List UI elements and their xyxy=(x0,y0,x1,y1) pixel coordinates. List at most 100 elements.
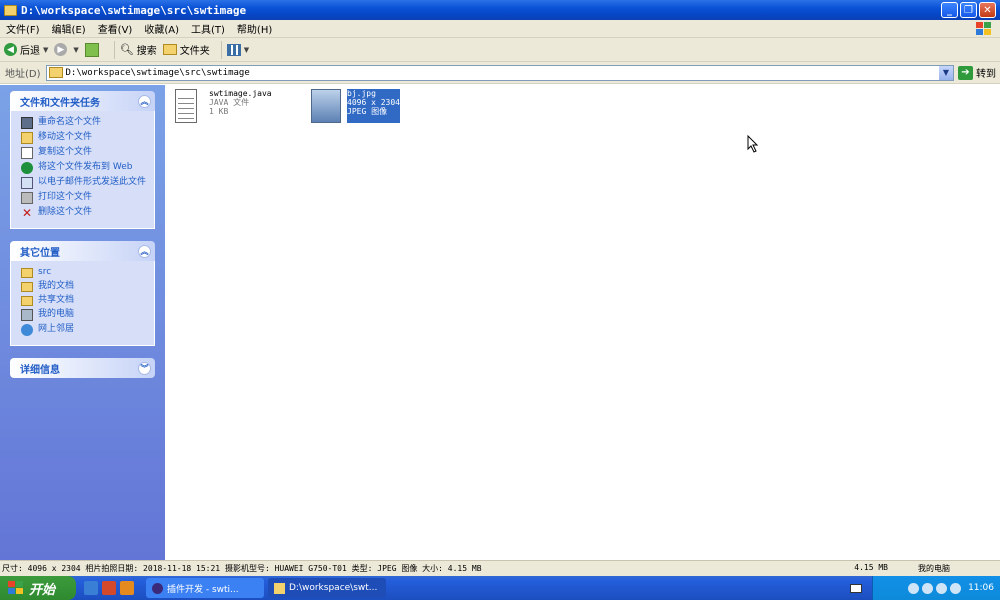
file-tasks-title: 文件和文件夹任务 xyxy=(20,97,100,109)
address-input[interactable]: D:\workspace\swtimage\src\swtimage ▼ xyxy=(45,64,954,81)
menu-favorites[interactable]: 收藏(A) xyxy=(138,21,185,36)
chevron-down-icon: ▼ xyxy=(43,45,49,54)
place-label: 我的电脑 xyxy=(38,309,75,319)
address-label: 地址(D) xyxy=(5,69,41,80)
toolbar-separator xyxy=(113,40,115,59)
toolbar: ◀ 后退 ▼ ▶ ▼ 🔍︎ 搜索 文件夹 ▼ xyxy=(0,38,1000,62)
place-shared-documents[interactable]: 共享文档 xyxy=(21,295,146,306)
up-button[interactable] xyxy=(84,42,103,57)
file-size: 1 KB xyxy=(209,107,229,116)
forward-button[interactable]: ▶ ▼ xyxy=(54,43,79,56)
menu-file[interactable]: 文件(F) xyxy=(0,21,46,36)
folders-button[interactable]: 文件夹 xyxy=(162,42,210,57)
chevron-down-icon: ▼ xyxy=(73,45,79,54)
title-bar[interactable]: D:\workspace\swtimage\src\swtimage _ ❐ ✕ xyxy=(0,0,1000,20)
address-dropdown-button[interactable]: ▼ xyxy=(939,65,953,80)
place-my-documents[interactable]: 我的文档 xyxy=(21,281,146,292)
task-label: 打印这个文件 xyxy=(38,192,93,202)
menu-edit[interactable]: 编辑(E) xyxy=(46,21,92,36)
file-item-swtimage-java[interactable]: swtimage.java JAVA 文件 1 KB xyxy=(175,89,272,123)
details-panel: 详细信息 ︾ xyxy=(10,358,155,378)
collapse-chevron-icon[interactable]: ︽ xyxy=(138,94,151,108)
task-rename[interactable]: 重命名这个文件 xyxy=(21,117,146,129)
tray-app-icon[interactable] xyxy=(950,582,962,594)
task-label: 重命名这个文件 xyxy=(38,117,102,127)
jpeg-image-icon xyxy=(311,89,341,123)
views-button[interactable]: ▼ xyxy=(226,43,249,56)
folder-icon xyxy=(48,67,63,78)
other-places-header[interactable]: 其它位置 ︽ xyxy=(10,241,155,261)
folders-label: 文件夹 xyxy=(179,46,210,57)
menu-tools[interactable]: 工具(T) xyxy=(185,21,231,36)
task-label: 复制这个文件 xyxy=(38,147,93,157)
forward-arrow-icon: ▶ xyxy=(54,43,68,56)
keyboard-icon[interactable] xyxy=(850,583,862,593)
back-label: 后退 xyxy=(20,46,40,57)
file-tasks-list: 重命名这个文件 移动这个文件 复制这个文件 将这个文件发布到 Web 以电子邮件… xyxy=(10,111,155,229)
task-email[interactable]: 以电子邮件形式发送此文件 xyxy=(21,177,146,189)
collapse-chevron-icon[interactable]: ︽ xyxy=(138,244,151,258)
address-bar: 地址(D) D:\workspace\swtimage\src\swtimage… xyxy=(0,62,1000,84)
task-move[interactable]: 移动这个文件 xyxy=(21,132,146,144)
security-icon[interactable] xyxy=(936,582,948,594)
place-my-computer[interactable]: 我的电脑 xyxy=(21,309,146,321)
minimize-button[interactable]: _ xyxy=(941,2,958,18)
task-print[interactable]: 打印这个文件 xyxy=(21,192,146,204)
ie-icon[interactable] xyxy=(84,581,98,595)
file-list-area[interactable]: swtimage.java JAVA 文件 1 KB bj.jpg 4096 x… xyxy=(165,85,1000,560)
menu-bar: 文件(F) 编辑(E) 查看(V) 收藏(A) 工具(T) 帮助(H) xyxy=(0,20,1000,38)
place-label: src xyxy=(38,267,52,277)
menu-view[interactable]: 查看(V) xyxy=(92,21,139,36)
folder-icon xyxy=(4,4,17,16)
file-info: swtimage.java JAVA 文件 1 KB xyxy=(209,89,272,123)
place-network[interactable]: 网上邻居 xyxy=(21,324,146,336)
folder-icon xyxy=(274,582,285,594)
volume-icon[interactable] xyxy=(922,582,934,594)
window-title: D:\workspace\swtimage\src\swtimage xyxy=(21,3,247,17)
address-path: D:\workspace\swtimage\src\swtimage xyxy=(65,67,250,78)
taskbar: 开始 插件开发 - swti... D:\workspace\swt... 11… xyxy=(0,576,1000,600)
task-label: 将这个文件发布到 Web xyxy=(38,162,133,172)
expand-chevron-icon[interactable]: ︾ xyxy=(138,361,151,375)
file-name: bj.jpg xyxy=(347,89,376,98)
web-publish-icon xyxy=(21,162,33,174)
place-label: 共享文档 xyxy=(38,295,75,305)
go-arrow-icon: ➔ xyxy=(958,65,973,80)
toolbar-separator xyxy=(220,40,222,59)
media-icon[interactable] xyxy=(120,581,134,595)
eclipse-icon xyxy=(152,582,163,594)
place-src[interactable]: src xyxy=(21,267,146,278)
windows-flag-icon xyxy=(8,581,24,595)
task-publish-web[interactable]: 将这个文件发布到 Web xyxy=(21,162,146,174)
clock[interactable]: 11:06 xyxy=(968,583,994,593)
file-type: JPEG 图像 xyxy=(347,107,388,116)
other-places-list: src 我的文档 共享文档 我的电脑 网上邻居 xyxy=(10,261,155,346)
network-tray-icon[interactable] xyxy=(908,582,920,594)
task-explorer[interactable]: D:\workspace\swt... xyxy=(268,578,386,598)
search-icon: 🔍︎ xyxy=(119,43,134,56)
search-button[interactable]: 🔍︎ 搜索 xyxy=(120,42,157,57)
file-dimensions: 4096 x 2304 xyxy=(347,98,400,107)
place-label: 我的文档 xyxy=(38,281,75,291)
file-info: bj.jpg 4096 x 2304 JPEG 图像 xyxy=(347,89,400,123)
details-header[interactable]: 详细信息 ︾ xyxy=(10,358,155,378)
file-item-bj-jpg[interactable]: bj.jpg 4096 x 2304 JPEG 图像 xyxy=(311,89,400,123)
task-delete[interactable]: ✕ 删除这个文件 xyxy=(21,207,146,219)
task-eclipse[interactable]: 插件开发 - swti... xyxy=(146,578,264,598)
app-icon[interactable] xyxy=(102,581,116,595)
go-button[interactable]: ➔ 转到 xyxy=(954,65,1000,80)
start-button[interactable]: 开始 xyxy=(0,576,76,600)
back-button[interactable]: ◀ 后退 ▼ xyxy=(4,42,48,57)
windows-logo-icon xyxy=(976,21,994,36)
rename-icon xyxy=(21,117,33,129)
computer-icon xyxy=(21,309,33,321)
menu-help[interactable]: 帮助(H) xyxy=(231,21,278,36)
details-title: 详细信息 xyxy=(20,364,60,376)
task-copy[interactable]: 复制这个文件 xyxy=(21,147,146,159)
file-tasks-header[interactable]: 文件和文件夹任务 ︽ xyxy=(10,91,155,111)
status-text: 尺寸: 4096 x 2304 相片拍照日期: 2018-11-18 15:21… xyxy=(2,564,482,573)
email-icon xyxy=(21,177,33,189)
restore-button[interactable]: ❐ xyxy=(960,2,977,18)
file-name: swtimage.java xyxy=(209,89,272,98)
close-button[interactable]: ✕ xyxy=(979,2,996,18)
